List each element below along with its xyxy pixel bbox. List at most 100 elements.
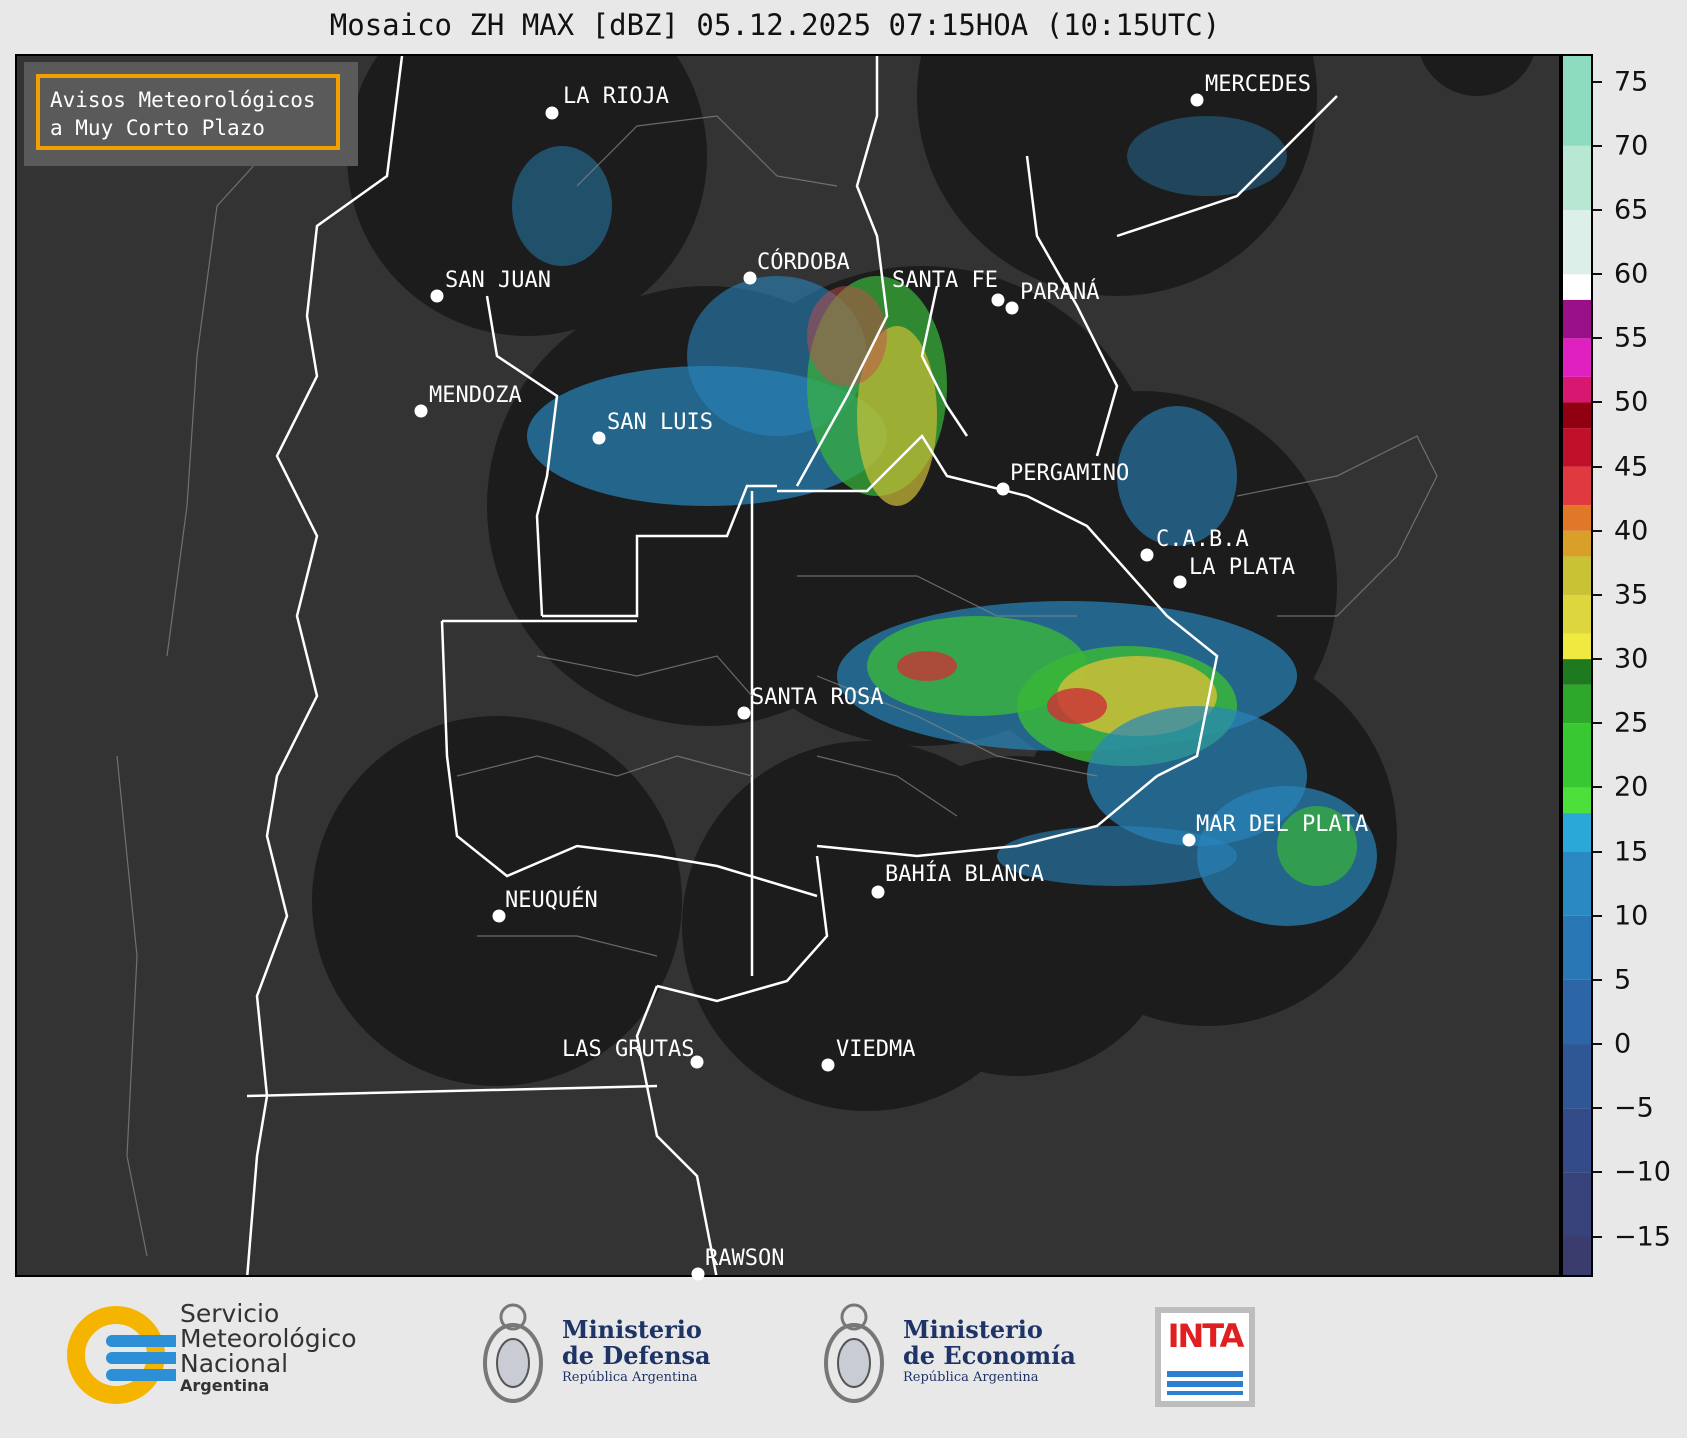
city-label-parana: PARANÁ — [1020, 280, 1100, 305]
city-dot — [1182, 833, 1196, 847]
economia-line3: República Argentina — [903, 1370, 1039, 1385]
colorbar-gradient — [1563, 56, 1591, 1275]
colorbar-tick-label: 35 — [1614, 579, 1649, 611]
colorbar-band — [1563, 145, 1591, 210]
city-label-mar-del-plata: MAR DEL PLATA — [1196, 812, 1369, 837]
colorbar-band — [1563, 723, 1591, 788]
colorbar-band — [1563, 56, 1591, 146]
city-label-rawson: RAWSON — [705, 1246, 785, 1271]
city-label-bahia-blanca: BAHÍA BLANCA — [885, 862, 1044, 887]
colorbar-band — [1563, 505, 1591, 531]
colorbar-tick-label: 25 — [1614, 707, 1649, 739]
colorbar-tick-mark — [1593, 273, 1602, 276]
city-dot — [991, 293, 1005, 307]
colorbar-tick-mark — [1593, 208, 1602, 211]
warning-box[interactable]: Avisos Meteorológicos a Muy Corto Plazo — [24, 62, 358, 166]
colorbar-tick-label: 10 — [1614, 900, 1649, 932]
colorbar-band — [1563, 1044, 1591, 1109]
colorbar-tick-label: 50 — [1614, 386, 1649, 418]
city-dot — [871, 885, 885, 899]
city-dot — [821, 1058, 835, 1072]
colorbar-tick-mark — [1593, 401, 1602, 404]
colorbar-band — [1563, 530, 1591, 557]
city-label-caba: C.A.B.A — [1156, 527, 1249, 552]
colorbar-band — [1563, 979, 1591, 1045]
colorbar-tick-label: 65 — [1614, 194, 1649, 226]
radar-map-canvas — [116, 56, 1534, 1275]
city-label-santa-rosa: SANTA ROSA — [751, 685, 884, 710]
colorbar-band — [1563, 556, 1591, 595]
radar-map[interactable]: Avisos Meteorológicos a Muy Corto Plazo — [15, 54, 1561, 1277]
colorbar-band — [1563, 402, 1591, 429]
city-dot — [996, 482, 1010, 496]
defensa-logo: Ministerio de Defensa República Argentin… — [478, 1297, 718, 1417]
colorbar-band — [1563, 376, 1591, 403]
city-label-mercedes: MERCEDES — [1205, 72, 1311, 97]
city-dot — [1005, 301, 1019, 315]
colorbar-band — [1563, 633, 1591, 660]
city-dot — [1140, 548, 1154, 562]
colorbar-tick-mark — [1593, 1235, 1602, 1238]
colorbar-tick-label: 75 — [1614, 66, 1649, 98]
colorbar-tick-label: 45 — [1614, 451, 1649, 483]
city-label-las-grutas: LAS GRUTAS — [562, 1037, 695, 1062]
colorbar-band — [1563, 813, 1591, 852]
map-title: Mosaico ZH MAX [dBZ] 05.12.2025 07:15HOA… — [329, 8, 1221, 42]
colorbar-band — [1563, 466, 1591, 506]
colorbar-band — [1563, 684, 1591, 724]
city-dot — [545, 106, 559, 120]
colorbar-band — [1563, 1236, 1591, 1275]
coat-of-arms-icon — [824, 1303, 884, 1403]
colorbar-tick-label: 70 — [1614, 130, 1649, 162]
defensa-line2: de Defensa — [562, 1341, 711, 1370]
colorbar-tick-label: 0 — [1614, 1028, 1632, 1060]
colorbar-tick-label: −10 — [1614, 1156, 1671, 1188]
city-label-neuquen: NEUQUÉN — [505, 888, 598, 913]
economia-line2: de Economía — [903, 1341, 1076, 1370]
colorbar-tick-mark — [1593, 465, 1602, 468]
radar-coverage-areas — [312, 56, 1534, 1111]
colorbar-tick-label: −5 — [1614, 1092, 1654, 1124]
colorbar-band — [1563, 1172, 1591, 1237]
smn-name-line3: Nacional — [180, 1349, 289, 1378]
colorbar-band — [1563, 915, 1591, 980]
smn-name-line2: Meteorológico — [180, 1324, 357, 1353]
colorbar-tick-mark — [1593, 978, 1602, 981]
city-label-san-juan: SAN JUAN — [445, 268, 551, 293]
city-dot — [1173, 575, 1187, 589]
city-dot — [592, 431, 606, 445]
colorbar-tick-mark — [1593, 593, 1602, 596]
colorbar-tick-label: 40 — [1614, 515, 1649, 547]
colorbar-band — [1563, 594, 1591, 634]
colorbar-band — [1563, 787, 1591, 814]
colorbar-tick-mark — [1593, 337, 1602, 340]
colorbar-tick-label: −15 — [1614, 1221, 1671, 1252]
smn-name-line1: Servicio — [180, 1299, 280, 1328]
colorbar-tick-mark — [1593, 658, 1602, 661]
colorbar-tick-mark — [1593, 144, 1602, 147]
colorbar-band — [1563, 1108, 1591, 1173]
city-dot — [430, 289, 444, 303]
colorbar-band — [1563, 659, 1591, 685]
city-label-cordoba: CÓRDOBA — [757, 250, 850, 275]
colorbar-tick-mark — [1593, 850, 1602, 853]
city-dot — [1190, 93, 1204, 107]
colorbar-tick-mark — [1593, 786, 1602, 789]
colorbar-tick-label: 5 — [1614, 964, 1632, 996]
city-label-santa-fe: SANTA FE — [892, 268, 998, 293]
smn-name-line4: Argentina — [180, 1376, 270, 1395]
colorbar-tick-mark — [1593, 1043, 1602, 1046]
inta-logo: INTA — [1155, 1307, 1255, 1407]
city-label-la-plata: LA PLATA — [1189, 555, 1295, 580]
colorbar-tick-mark — [1593, 80, 1602, 83]
defensa-line1: Ministerio — [562, 1315, 702, 1344]
smn-emblem-icon — [67, 1306, 176, 1404]
city-label-viedma: VIEDMA — [836, 1037, 916, 1062]
colorbar-band — [1563, 851, 1591, 916]
footer-logos: Servicio Meteorológico Nacional Argentin… — [0, 1277, 1687, 1438]
warning-box-label[interactable]: Avisos Meteorológicos a Muy Corto Plazo — [36, 74, 340, 150]
colorbar-tick-mark — [1593, 914, 1602, 917]
city-label-san-luis: SAN LUIS — [607, 410, 713, 435]
colorbar-band — [1563, 338, 1591, 377]
city-dot — [492, 909, 506, 923]
